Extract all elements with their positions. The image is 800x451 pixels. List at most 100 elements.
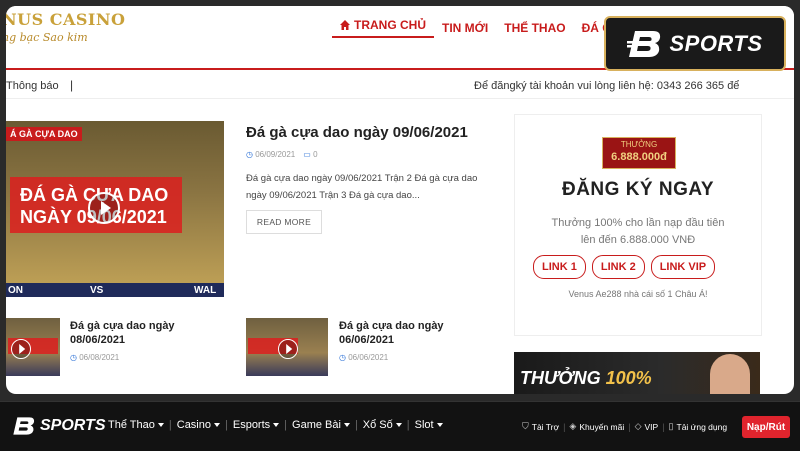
shield-icon: ⛉ [522,421,529,431]
bottom-logo[interactable]: SPORTS [12,416,106,436]
caret-down-icon [395,423,402,427]
post-meta: ◷ 06/09/2021 ▭ 0 [246,150,318,159]
register-subtitle: Thưởng 100% cho lần nạp đầu tiên lên đến… [515,215,761,249]
menu-label: Thể Thao [108,419,155,431]
bsports-badge-text: SPORTS [669,30,763,56]
link-label: VIP [644,421,659,432]
thumbnail-tag: Á GÀ CỰA DAO [6,127,82,141]
play-icon[interactable] [11,339,31,359]
link-label: Khuyến mãi [579,421,625,432]
clock-icon: ◷ [70,353,77,362]
post-date: 06/09/2021 [255,150,296,159]
thumbnail-scorebar [6,283,224,297]
post-date: ◷ 06/06/2021 [339,353,388,362]
nav-item-sports[interactable]: THỂ THAO [496,18,573,38]
notice-separator: | [70,78,74,92]
nav-item-home[interactable]: TRANG CHỦ [332,18,434,38]
link-label: Tải ứng dụng [676,421,728,432]
clock-icon: ◷ [339,353,346,362]
menu-label: Game Bài [292,419,341,431]
link-buttons: LINK 1 LINK 2 LINK VIP [533,255,716,279]
promotions-link[interactable]: ◈ Khuyến mãi [569,421,624,432]
link-divider: | [662,421,665,432]
nav-label: TIN MỚI [442,21,489,35]
link-divider: | [563,421,566,432]
register-footer: Venus Ae288 nhà cái số 1 Châu Á! [568,289,708,299]
play-icon[interactable] [278,339,298,359]
menu-divider: | [406,419,410,431]
comment-count: 0 [313,150,318,159]
diamond-icon: ◇ [634,421,642,431]
promo-value: 100% [605,368,652,388]
play-icon[interactable] [88,192,120,224]
site-logo[interactable]: NUS CASINO ng bạc Sao kim [6,10,126,54]
bsports-logo-icon [13,417,35,435]
register-sub-line1: Thưởng 100% cho lần nạp đầu tiên [551,217,725,229]
menu-lottery[interactable]: Xổ Số [363,419,402,431]
bottom-right-links: ⛉ Tài Trợ | ◈ Khuyến mãi | ◇ VIP | ▯ Tải ứng… [522,421,727,432]
promo-prefix: THƯỞNG [520,368,606,388]
register-widget: THƯỞNG 6.888.000đ ĐĂNG KÝ NGAY Thưởng 10… [514,114,762,336]
caret-down-icon [343,423,350,427]
notice-bar: Thông báo | Để đăngký tài khoản vui lòng… [6,72,794,99]
link-2-button[interactable]: LINK 2 [591,255,645,279]
menu-divider: | [354,419,358,431]
menu-divider: | [284,419,288,431]
bonus-label: THƯỞNG [620,140,658,149]
promo-person-image [710,354,750,394]
comment-icon: ▭ [303,150,311,159]
scorebar-right: WAL [194,285,217,296]
caret-down-icon [436,423,443,427]
read-more-button[interactable]: READ MORE [246,210,322,234]
menu-casino[interactable]: Casino [177,419,220,431]
nav-label: THỂ THAO [504,21,566,35]
deposit-withdraw-button[interactable]: Nạp/Rút [742,416,790,438]
nav-label: TRANG CHỦ [354,18,426,32]
bonus-badge: THƯỞNG 6.888.000đ [602,137,676,169]
menu-sports[interactable]: Thể Thao [108,419,164,431]
link-1-button[interactable]: LINK 1 [533,255,586,279]
phone-icon: ▯ [668,421,674,431]
home-icon [340,20,350,30]
link-vip-button[interactable]: LINK VIP [650,255,716,279]
promo-banner[interactable]: THƯỞNG 100% [514,352,760,394]
tag-icon: ◈ [569,421,577,431]
menu-label: Casino [176,419,211,431]
promo-text: THƯỞNG 100% [520,368,652,389]
nav-item-news[interactable]: TIN MỚI [434,18,496,38]
clock-icon: ◷ [246,150,253,159]
link-label: Tài Trợ [531,421,560,432]
menu-label: Xổ Số [362,419,393,431]
bottom-menu: Thể Thao | Casino | Esports | Game Bài |… [108,419,443,431]
post-title[interactable]: Đá gà cựa dao ngày 08/06/2021 [70,319,210,347]
register-sub-line2: lên đến 6.888.000 VNĐ [580,234,696,246]
menu-slot[interactable]: Slot [415,419,443,431]
caret-down-icon [273,423,280,427]
link-divider: | [628,421,631,432]
vip-link[interactable]: ◇ VIP [635,421,659,432]
bottom-brand: SPORTS [40,417,106,434]
menu-card-games[interactable]: Game Bài [292,419,350,431]
menu-label: Esports [232,419,271,431]
bottom-bar: SPORTS Thể Thao | Casino | Esports | Gam… [0,401,800,451]
logo-subtitle: ng bạc Sao kim [6,31,88,44]
bsports-badge: SPORTS [604,16,786,71]
bonus-amount: 6.888.000đ [611,151,667,163]
caret-down-icon [157,423,164,427]
logo-title: NUS CASINO [6,10,126,29]
post-excerpt: Đá gà cựa dao ngày 09/06/2021 Trận 2 Đá … [246,173,478,201]
menu-esports[interactable]: Esports [232,419,280,431]
download-app-link[interactable]: ▯ Tải ứng dụng [669,421,728,432]
featured-post-title[interactable]: Đá gà cựa dao ngày 09/06/2021 [246,124,468,141]
post-date: ◷ 06/08/2021 [70,353,119,362]
sponsor-link[interactable]: ⛉ Tài Trợ [522,421,559,432]
post-date-text: 06/08/2021 [79,353,120,362]
post-title[interactable]: Đá gà cựa dao ngày 06/06/2021 [339,319,479,347]
register-title: ĐĂNG KÝ NGAY [561,179,715,200]
menu-divider: | [168,419,172,431]
caret-down-icon [214,423,220,427]
post-date-text: 06/06/2021 [348,353,389,362]
bsports-logo-icon [627,30,661,57]
notice-marquee: Để đăngký tài khoản vui lòng liên hệ: 03… [474,80,740,92]
menu-label: Slot [414,419,434,431]
